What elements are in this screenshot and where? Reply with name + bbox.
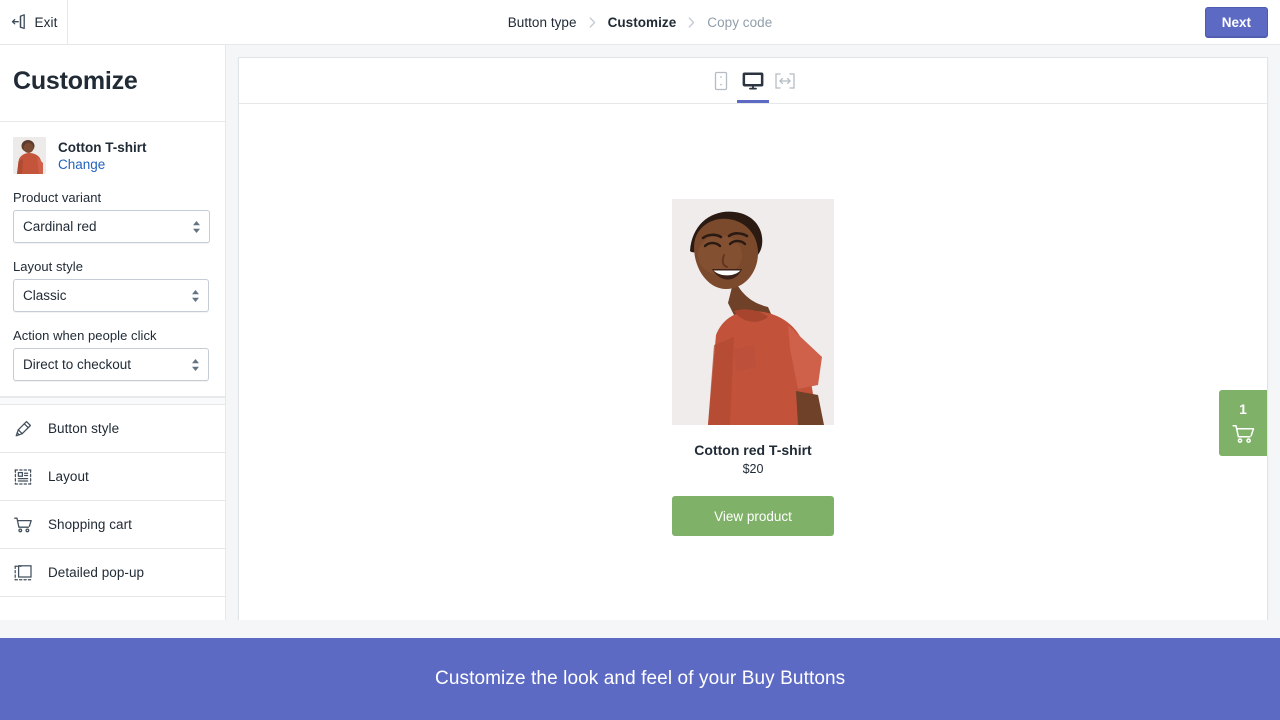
sidebar-item-label-button-style: Button style bbox=[48, 421, 120, 436]
field-product-variant: Product variant Cardinal red bbox=[0, 190, 225, 243]
field-click-action: Action when people click Direct to check… bbox=[0, 328, 225, 381]
preview-pane: Cotton red T-shirt $20 View product 1 bbox=[226, 45, 1280, 627]
mobile-device-icon bbox=[714, 71, 728, 91]
breadcrumb-item-customize[interactable]: Customize bbox=[608, 15, 677, 30]
desktop-monitor-icon bbox=[742, 71, 764, 91]
field-label-click-action: Action when people click bbox=[13, 328, 157, 343]
product-photo bbox=[672, 199, 834, 425]
top-bar: Exit Button type Customize Copy code Nex… bbox=[0, 0, 1280, 45]
product-summary: Cotton T-shirt Change bbox=[0, 122, 225, 174]
exit-label: Exit bbox=[34, 14, 58, 30]
preview-product-title: Cotton red T-shirt bbox=[694, 442, 812, 458]
sidebar-item-label-detailed-popup: Detailed pop-up bbox=[48, 565, 145, 580]
exit-door-icon bbox=[10, 13, 28, 31]
sidebar-item-label-shopping-cart: Shopping cart bbox=[48, 517, 132, 532]
product-thumbnail bbox=[13, 137, 46, 174]
field-label-product-variant: Product variant bbox=[13, 190, 102, 205]
sidebar-section-spacer bbox=[0, 397, 225, 405]
layout-grid-icon bbox=[13, 467, 33, 487]
sidebar-item-label-layout: Layout bbox=[48, 469, 89, 484]
layout-style-select[interactable]: Classic bbox=[13, 279, 209, 312]
popup-window-icon bbox=[13, 563, 33, 583]
chevron-right-icon-2 bbox=[688, 16, 695, 28]
sidebar-item-shopping-cart[interactable]: Shopping cart bbox=[0, 501, 225, 549]
click-action-select[interactable]: Direct to checkout bbox=[13, 348, 209, 381]
buy-button-block: Cotton red T-shirt $20 View product bbox=[672, 199, 834, 536]
chevron-right-icon bbox=[589, 16, 596, 28]
field-layout-style: Layout style Classic bbox=[0, 259, 225, 312]
preview-body: Cotton red T-shirt $20 View product 1 bbox=[239, 104, 1267, 626]
product-name: Cotton T-shirt bbox=[58, 139, 147, 155]
sidebar-item-button-style[interactable]: Button style bbox=[0, 405, 225, 453]
sidebar-item-detailed-popup[interactable]: Detailed pop-up bbox=[0, 549, 225, 597]
bottom-banner: Customize the look and feel of your Buy … bbox=[0, 638, 1280, 720]
sidebar: Customize Cotton T-shirt Change Product … bbox=[0, 45, 226, 620]
breadcrumb: Button type Customize Copy code bbox=[0, 0, 1280, 44]
shopping-cart-icon bbox=[13, 515, 33, 535]
paint-brush-icon bbox=[13, 419, 33, 439]
field-label-layout-style: Layout style bbox=[13, 259, 83, 274]
preview-card: Cotton red T-shirt $20 View product 1 bbox=[238, 57, 1268, 627]
shopping-cart-icon-widget bbox=[1231, 422, 1256, 446]
change-product-link[interactable]: Change bbox=[58, 157, 146, 172]
cart-count-badge: 1 bbox=[1239, 400, 1247, 417]
device-button-mobile[interactable] bbox=[705, 58, 737, 103]
breadcrumb-item-copy-code[interactable]: Copy code bbox=[707, 15, 772, 30]
device-button-responsive[interactable] bbox=[769, 58, 801, 103]
device-toolbar bbox=[239, 58, 1267, 104]
preview-product-price: $20 bbox=[742, 462, 764, 476]
view-product-button[interactable]: View product bbox=[672, 496, 834, 536]
banner-heading: Customize the look and feel of your Buy … bbox=[435, 668, 846, 689]
page-title: Customize bbox=[13, 67, 138, 95]
responsive-width-icon bbox=[774, 72, 796, 90]
product-variant-select[interactable]: Cardinal red bbox=[13, 210, 210, 243]
sidebar-item-layout[interactable]: Layout bbox=[0, 453, 225, 501]
exit-button[interactable]: Exit bbox=[0, 0, 68, 44]
next-button[interactable]: Next bbox=[1204, 7, 1268, 38]
breadcrumb-item-button-type[interactable]: Button type bbox=[508, 15, 577, 30]
device-button-desktop[interactable] bbox=[737, 58, 769, 103]
cart-widget[interactable]: 1 bbox=[1219, 390, 1267, 456]
pane-bottom-gap bbox=[0, 620, 1280, 638]
